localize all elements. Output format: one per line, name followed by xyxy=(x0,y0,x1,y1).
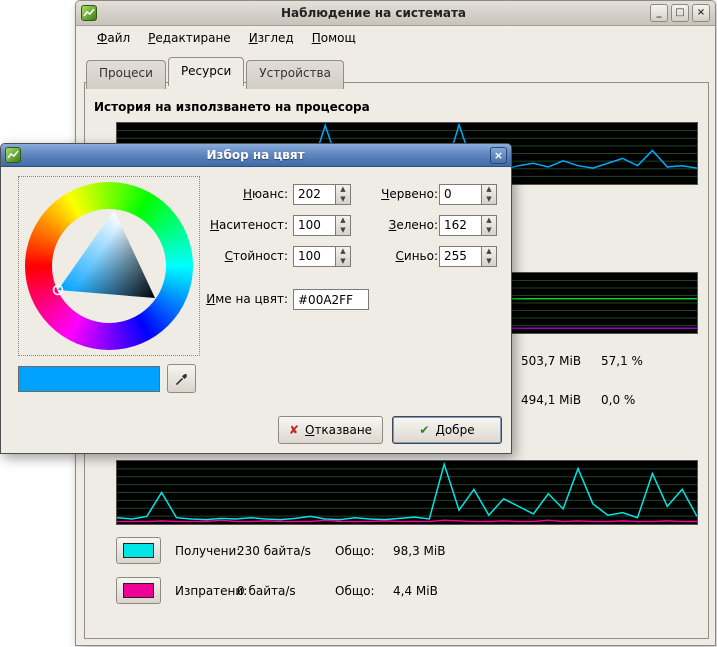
sent-rate: 0 байта/s xyxy=(237,584,335,598)
spin-down-icon[interactable]: ▼ xyxy=(336,257,350,267)
received-label: Получени: xyxy=(175,544,237,558)
saturation-label: Наситеност: xyxy=(179,215,288,236)
swap-amount: 494,1 MiB xyxy=(521,393,601,407)
spin-up-icon[interactable]: ▲ xyxy=(336,247,350,257)
received-color-button[interactable] xyxy=(116,537,161,564)
eyedropper-button[interactable] xyxy=(167,364,196,393)
eyedropper-icon xyxy=(174,371,190,387)
minimize-button[interactable]: _ xyxy=(650,4,668,22)
sent-label: Изпратени: xyxy=(175,584,237,598)
spin-up-icon[interactable]: ▲ xyxy=(482,247,496,257)
dialog-close-button[interactable]: × xyxy=(490,147,507,164)
dialog-app-icon xyxy=(5,147,21,163)
network-history-chart xyxy=(116,460,698,525)
sent-total: 4,4 MiB xyxy=(393,584,438,598)
cpu-history-title: История на използването на процесора xyxy=(94,100,370,114)
tab-bar: Процеси Ресурси Устройства xyxy=(86,57,346,86)
spin-up-icon[interactable]: ▲ xyxy=(336,185,350,195)
color-preview xyxy=(18,366,160,392)
color-name-label: Име на цвят: xyxy=(179,289,288,310)
ok-button[interactable]: ✔ Добре xyxy=(392,416,502,444)
blue-label: Синьо: xyxy=(353,246,438,267)
menu-edit[interactable]: Редактиране xyxy=(141,28,238,48)
red-spinner[interactable]: 0 ▲▼ xyxy=(439,184,497,205)
spin-down-icon[interactable]: ▼ xyxy=(482,257,496,267)
spin-down-icon[interactable]: ▼ xyxy=(336,226,350,236)
memory-percent: 57,1 % xyxy=(601,354,643,368)
tab-processes[interactable]: Процеси xyxy=(86,60,166,89)
green-spinner[interactable]: 162 ▲▼ xyxy=(439,215,497,236)
swap-stats-row: 494,1 MiB 0,0 % xyxy=(521,393,635,407)
cancel-x-icon: ✘ xyxy=(289,423,299,437)
tab-resources[interactable]: Ресурси xyxy=(168,57,244,86)
memory-amount: 503,7 MiB xyxy=(521,354,601,368)
cancel-button[interactable]: ✘ Отказване xyxy=(278,416,383,444)
cancel-label: Отказване xyxy=(305,423,372,437)
swap-percent: 0,0 % xyxy=(601,393,635,407)
received-total: 98,3 MiB xyxy=(393,544,445,558)
value-spinner[interactable]: 100 ▲▼ xyxy=(293,246,351,267)
received-rate: 230 байта/s xyxy=(237,544,335,558)
memory-stats-row: 503,7 MiB 57,1 % xyxy=(521,354,643,368)
sent-color-button[interactable] xyxy=(116,577,161,604)
main-titlebar[interactable]: Наблюдение на системата _ □ × xyxy=(76,1,715,26)
main-window-title: Наблюдение на системата xyxy=(101,6,646,20)
menu-file[interactable]: Файл xyxy=(90,28,137,48)
color-picker-dialog: Избор на цвят × Нюанс: 202 xyxy=(0,143,512,454)
dialog-title: Избор на цвят xyxy=(25,148,486,162)
received-color-swatch xyxy=(123,543,154,558)
spin-up-icon[interactable]: ▲ xyxy=(336,216,350,226)
saturation-spinner[interactable]: 100 ▲▼ xyxy=(293,215,351,236)
close-button[interactable]: × xyxy=(692,4,710,22)
tab-devices[interactable]: Устройства xyxy=(246,60,344,89)
spin-up-icon[interactable]: ▲ xyxy=(482,185,496,195)
ok-check-icon: ✔ xyxy=(419,423,429,437)
spin-down-icon[interactable]: ▼ xyxy=(482,195,496,205)
hue-spinner[interactable]: 202 ▲▼ xyxy=(293,184,351,205)
menu-help[interactable]: Помощ xyxy=(305,28,363,48)
menu-view[interactable]: Изглед xyxy=(242,28,301,48)
sent-total-label: Общо: xyxy=(335,584,393,598)
dialog-titlebar[interactable]: Избор на цвят × xyxy=(1,144,511,167)
network-received-row: Получени: 230 байта/s Общо: 98,3 MiB xyxy=(116,537,445,564)
spin-up-icon[interactable]: ▲ xyxy=(482,216,496,226)
saturation-value-triangle[interactable] xyxy=(19,177,199,355)
spin-down-icon[interactable]: ▼ xyxy=(482,226,496,236)
color-wheel[interactable] xyxy=(18,176,200,356)
maximize-button[interactable]: □ xyxy=(671,4,689,22)
color-name-input[interactable] xyxy=(293,289,369,310)
menubar: Файл Редактиране Изглед Помощ xyxy=(76,26,715,50)
system-monitor-icon xyxy=(81,5,97,21)
sent-color-swatch xyxy=(123,583,154,598)
spin-down-icon[interactable]: ▼ xyxy=(336,195,350,205)
window-controls: _ □ × xyxy=(650,4,710,22)
red-label: Червено: xyxy=(353,184,438,205)
value-label: Стойност: xyxy=(179,246,288,267)
blue-spinner[interactable]: 255 ▲▼ xyxy=(439,246,497,267)
ok-label: Добре xyxy=(435,423,474,437)
hue-label: Нюанс: xyxy=(179,184,288,205)
received-total-label: Общо: xyxy=(335,544,393,558)
green-label: Зелено: xyxy=(353,215,438,236)
network-sent-row: Изпратени: 0 байта/s Общо: 4,4 MiB xyxy=(116,577,438,604)
